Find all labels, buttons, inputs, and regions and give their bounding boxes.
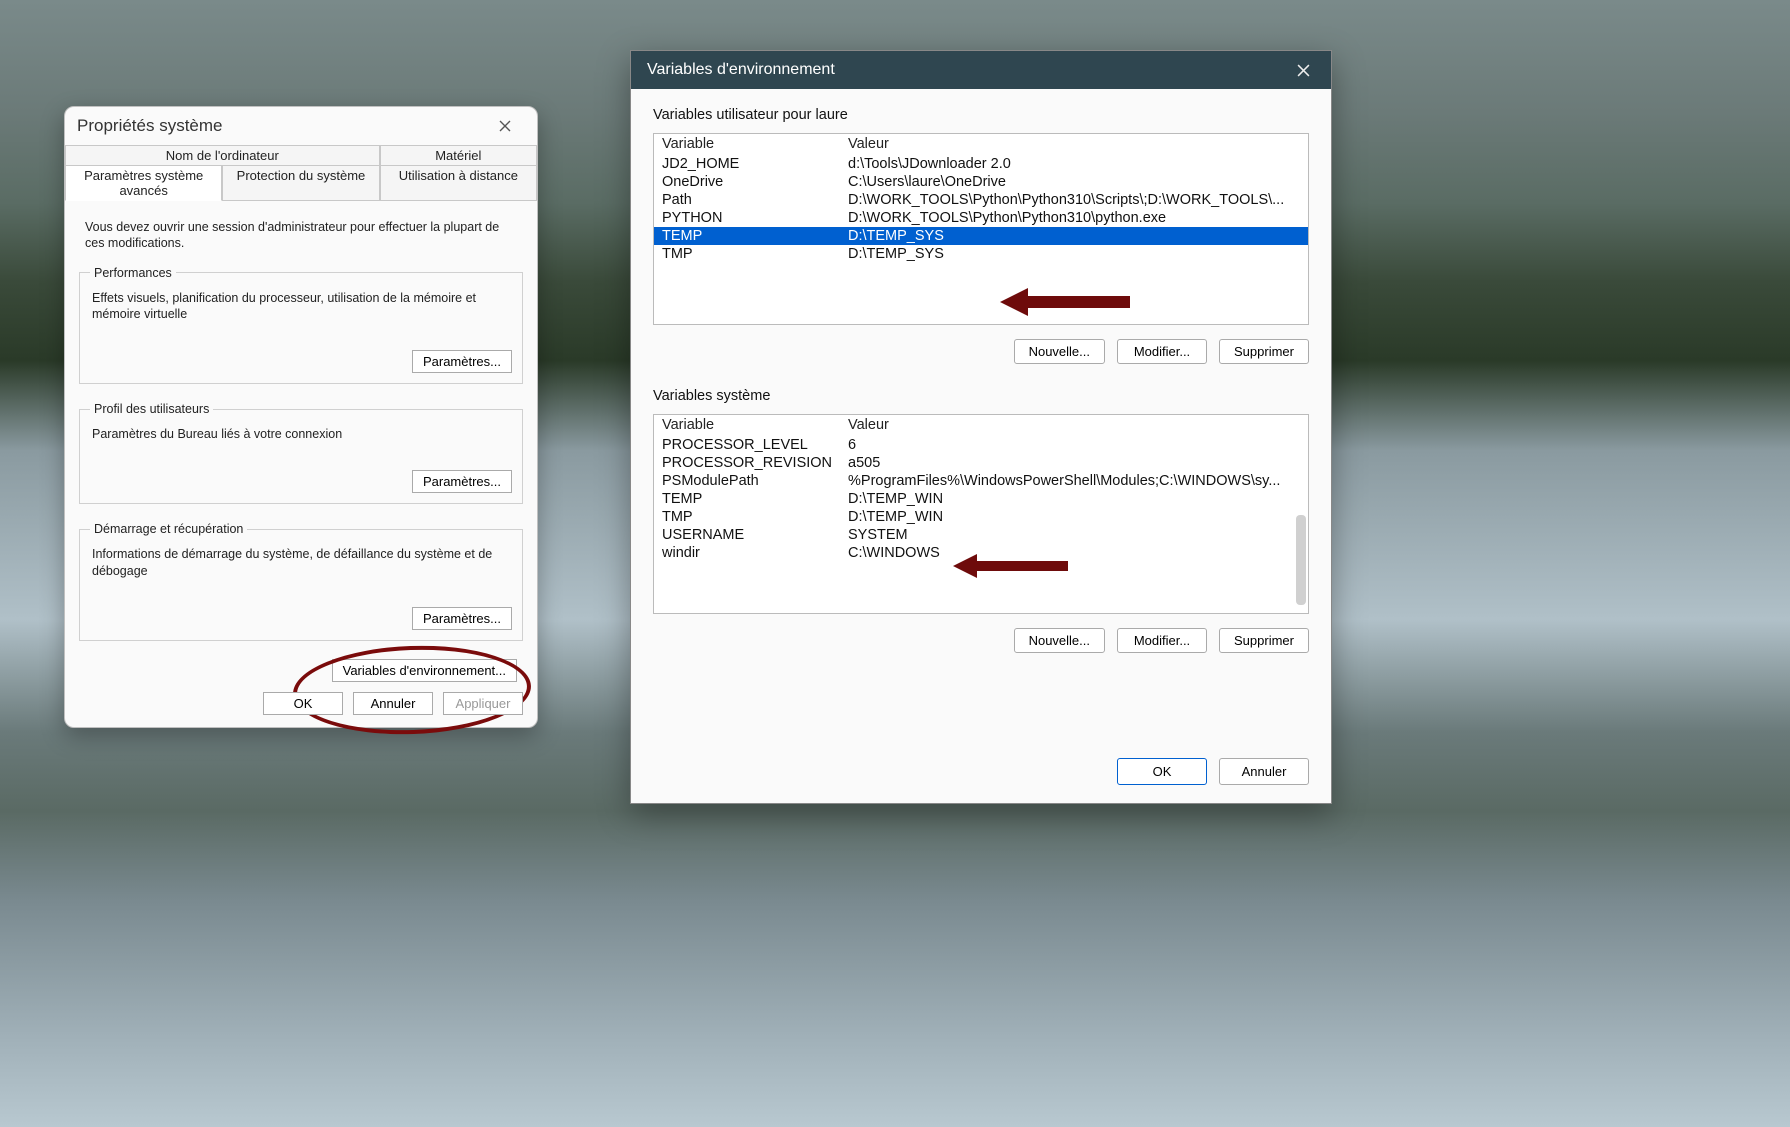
var-name: TMP [662, 246, 848, 262]
table-row[interactable]: windirC:\WINDOWS [654, 544, 1308, 562]
var-name: PROCESSOR_LEVEL [662, 437, 848, 453]
var-value: D:\WORK_TOOLS\Python\Python310\python.ex… [848, 210, 1300, 226]
table-row[interactable]: OneDriveC:\Users\laure\OneDrive [654, 173, 1308, 191]
table-row[interactable]: TMPD:\TEMP_WIN [654, 508, 1308, 526]
env-content: Variables utilisateur pour laure Variabl… [631, 89, 1331, 746]
var-name: PROCESSOR_REVISION [662, 455, 848, 471]
table-row[interactable]: PROCESSOR_REVISIONa505 [654, 454, 1308, 472]
var-name: PSModulePath [662, 473, 848, 489]
user-profile-settings-button[interactable]: Paramètres... [412, 470, 512, 493]
group-user-profile: Profil des utilisateurs Paramètres du Bu… [79, 402, 523, 504]
system-vars-listbox[interactable]: Variable Valeur PROCESSOR_LEVEL6PROCESSO… [653, 414, 1309, 614]
group-performance: Performances Effets visuels, planificati… [79, 266, 523, 385]
table-row[interactable]: JD2_HOMEd:\Tools\JDownloader 2.0 [654, 155, 1308, 173]
environment-variables-button[interactable]: Variables d'environnement... [332, 659, 517, 682]
table-row[interactable]: PSModulePath%ProgramFiles%\WindowsPowerS… [654, 472, 1308, 490]
titlebar[interactable]: Propriétés système [65, 107, 537, 145]
user-vars-label: Variables utilisateur pour laure [653, 107, 1309, 123]
cancel-button[interactable]: Annuler [353, 692, 433, 715]
environment-variables-dialog: Variables d'environnement Variables util… [630, 50, 1332, 804]
intro-text: Vous devez ouvrir une session d'administ… [85, 219, 517, 252]
dialog-body: Vous devez ouvrir une session d'administ… [65, 201, 537, 694]
var-name: USERNAME [662, 527, 848, 543]
table-row[interactable]: TEMPD:\TEMP_SYS [654, 227, 1308, 245]
user-new-button[interactable]: Nouvelle... [1014, 339, 1105, 364]
tab-remote[interactable]: Utilisation à distance [380, 166, 537, 201]
scrollbar[interactable] [1296, 515, 1306, 605]
table-row[interactable]: TEMPD:\TEMP_WIN [654, 490, 1308, 508]
var-name: JD2_HOME [662, 156, 848, 172]
user-edit-button[interactable]: Modifier... [1117, 339, 1207, 364]
var-value: D:\TEMP_WIN [848, 509, 1300, 525]
env-close-button[interactable] [1283, 55, 1323, 85]
group-user-profile-legend: Profil des utilisateurs [90, 402, 213, 416]
list-header[interactable]: Variable Valeur [654, 134, 1308, 155]
tab-advanced[interactable]: Paramètres système avancés [65, 166, 222, 201]
tab-hardware[interactable]: Matériel [380, 146, 537, 166]
var-value: a505 [848, 455, 1300, 471]
var-name: PYTHON [662, 210, 848, 226]
table-row[interactable]: TMPD:\TEMP_SYS [654, 245, 1308, 263]
system-new-button[interactable]: Nouvelle... [1014, 628, 1105, 653]
system-vars-label: Variables système [653, 388, 1309, 404]
var-value: d:\Tools\JDownloader 2.0 [848, 156, 1300, 172]
col-value[interactable]: Valeur [848, 417, 1300, 433]
table-row[interactable]: PYTHOND:\WORK_TOOLS\Python\Python310\pyt… [654, 209, 1308, 227]
system-vars-buttons: Nouvelle... Modifier... Supprimer [653, 628, 1309, 653]
group-startup-legend: Démarrage et récupération [90, 522, 247, 536]
var-value: D:\TEMP_WIN [848, 491, 1300, 507]
startup-settings-button[interactable]: Paramètres... [412, 607, 512, 630]
env-footer: OK Annuler [631, 746, 1331, 803]
ok-button[interactable]: OK [263, 692, 343, 715]
var-value: C:\WINDOWS [848, 545, 1300, 561]
env-cancel-button[interactable]: Annuler [1219, 758, 1309, 785]
close-icon [499, 120, 511, 132]
var-name: windir [662, 545, 848, 561]
performance-settings-button[interactable]: Paramètres... [412, 350, 512, 373]
var-value: D:\TEMP_SYS [848, 246, 1300, 262]
close-icon [1297, 64, 1310, 77]
user-vars-buttons: Nouvelle... Modifier... Supprimer [653, 339, 1309, 364]
system-properties-dialog: Propriétés système Nom de l'ordinateur M… [64, 106, 538, 728]
var-value: C:\Users\laure\OneDrive [848, 174, 1300, 190]
close-button[interactable] [485, 111, 525, 141]
apply-button[interactable]: Appliquer [443, 692, 523, 715]
group-user-profile-desc: Paramètres du Bureau liés à votre connex… [92, 426, 510, 442]
var-name: OneDrive [662, 174, 848, 190]
table-row[interactable]: PathD:\WORK_TOOLS\Python\Python310\Scrip… [654, 191, 1308, 209]
annotation-ellipse [292, 642, 533, 738]
group-performance-desc: Effets visuels, planification du process… [92, 290, 510, 323]
var-name: Path [662, 192, 848, 208]
group-performance-legend: Performances [90, 266, 176, 280]
env-ok-button[interactable]: OK [1117, 758, 1207, 785]
var-value: 6 [848, 437, 1300, 453]
table-row[interactable]: USERNAMESYSTEM [654, 526, 1308, 544]
var-value: SYSTEM [848, 527, 1300, 543]
system-delete-button[interactable]: Supprimer [1219, 628, 1309, 653]
var-value: D:\WORK_TOOLS\Python\Python310\Scripts\;… [848, 192, 1300, 208]
system-edit-button[interactable]: Modifier... [1117, 628, 1207, 653]
group-startup-desc: Informations de démarrage du système, de… [92, 546, 510, 579]
col-value[interactable]: Valeur [848, 136, 1300, 152]
tab-strip: Nom de l'ordinateur Matériel Paramètres … [65, 145, 537, 201]
window-title: Propriétés système [77, 116, 223, 136]
col-variable[interactable]: Variable [662, 136, 848, 152]
var-name: TMP [662, 509, 848, 525]
tab-computer-name[interactable]: Nom de l'ordinateur [65, 146, 380, 166]
table-row[interactable]: PROCESSOR_LEVEL6 [654, 436, 1308, 454]
env-window-title: Variables d'environnement [647, 61, 835, 79]
user-delete-button[interactable]: Supprimer [1219, 339, 1309, 364]
list-header[interactable]: Variable Valeur [654, 415, 1308, 436]
user-vars-listbox[interactable]: Variable Valeur JD2_HOMEd:\Tools\JDownlo… [653, 133, 1309, 325]
var-value: D:\TEMP_SYS [848, 228, 1300, 244]
var-name: TEMP [662, 491, 848, 507]
env-titlebar[interactable]: Variables d'environnement [631, 51, 1331, 89]
dialog-footer: OK Annuler Appliquer [263, 692, 523, 715]
var-value: %ProgramFiles%\WindowsPowerShell\Modules… [848, 473, 1300, 489]
var-name: TEMP [662, 228, 848, 244]
group-startup-recovery: Démarrage et récupération Informations d… [79, 522, 523, 641]
col-variable[interactable]: Variable [662, 417, 848, 433]
tab-system-protection[interactable]: Protection du système [222, 166, 379, 201]
